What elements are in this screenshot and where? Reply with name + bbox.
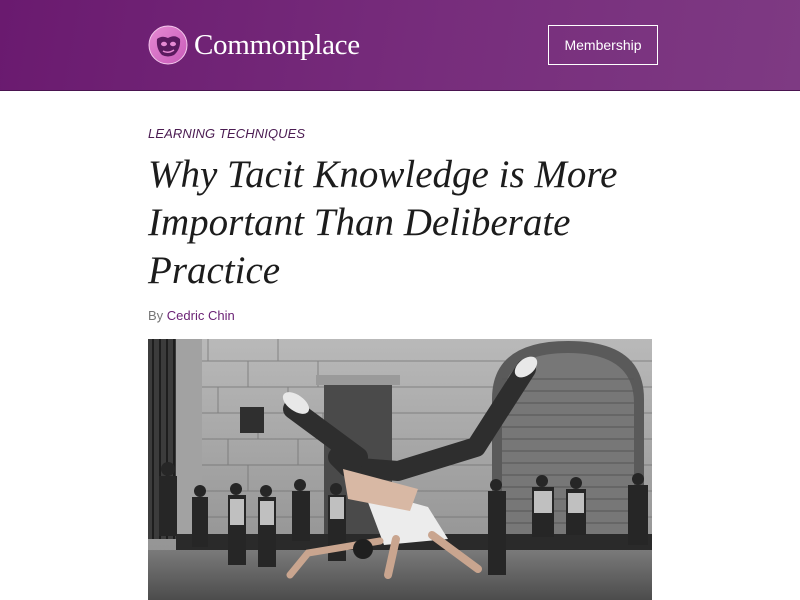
category-link[interactable]: LEARNING TECHNIQUES bbox=[148, 126, 305, 141]
brand-name: Commonplace bbox=[194, 29, 360, 61]
author-link[interactable]: Cedric Chin bbox=[167, 308, 235, 323]
home-logo-link[interactable]: Commonplace bbox=[148, 25, 360, 65]
hero-image bbox=[148, 339, 652, 600]
byline: By Cedric Chin bbox=[148, 308, 235, 323]
byline-prefix: By bbox=[148, 308, 164, 323]
membership-button[interactable]: Membership bbox=[548, 25, 658, 65]
commonplace-logo-icon bbox=[148, 25, 188, 65]
article-title: Why Tacit Knowledge is More Important Th… bbox=[148, 153, 618, 292]
breakdancer-photo bbox=[148, 339, 652, 600]
site-header: Commonplace Membership bbox=[0, 0, 800, 91]
